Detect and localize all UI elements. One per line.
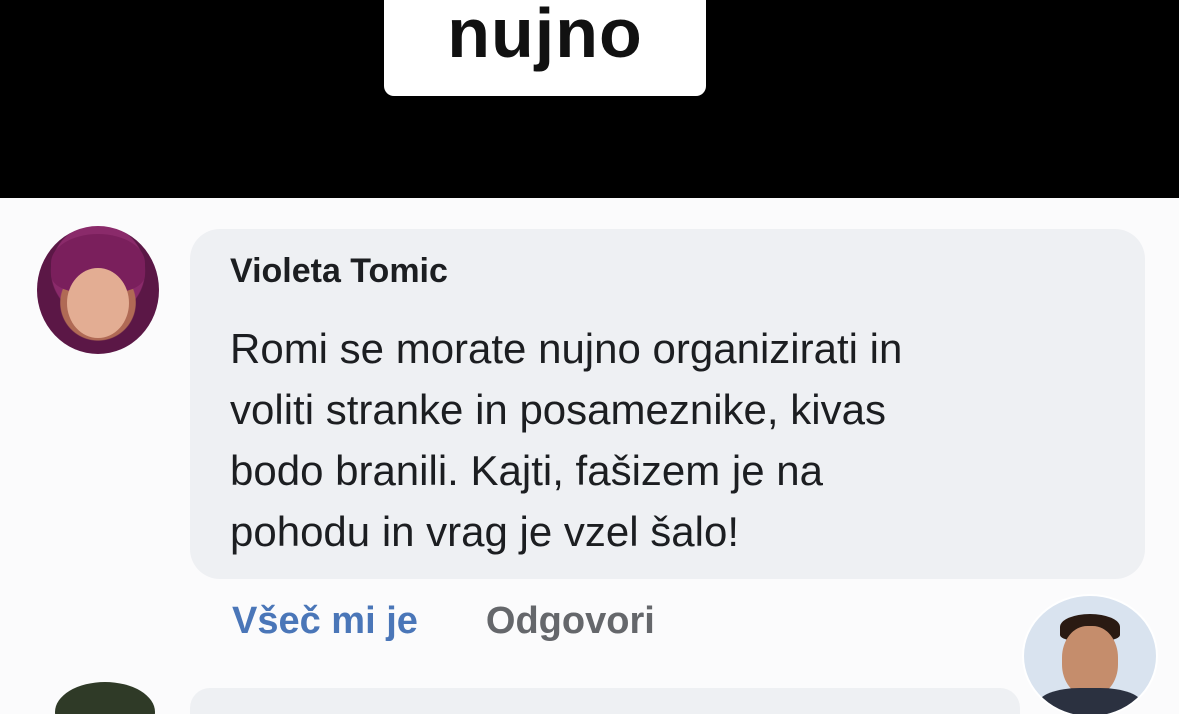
reply-button[interactable]: Odgovori [486,600,655,643]
caption-box: nujno [384,0,706,96]
like-button[interactable]: Všeč mi je [232,600,418,643]
avatar-face [67,268,129,338]
screenshot-stage: nujno Violeta Tomic Romi se morate nujno… [0,0,1179,714]
comment-text: Romi se morate nujno organizirati in vol… [230,325,903,555]
caption-text: nujno [447,0,643,72]
comment-actions: Všeč mi je Odgovori [232,600,655,643]
comment-author[interactable]: Violeta Tomic [230,252,448,291]
overlay-avatar[interactable] [1022,594,1158,714]
overlay-avatar-face [1062,626,1118,696]
overlay-avatar-body [1038,688,1142,714]
commenter-avatar[interactable] [37,226,159,354]
next-comment-bubble [190,688,1020,714]
